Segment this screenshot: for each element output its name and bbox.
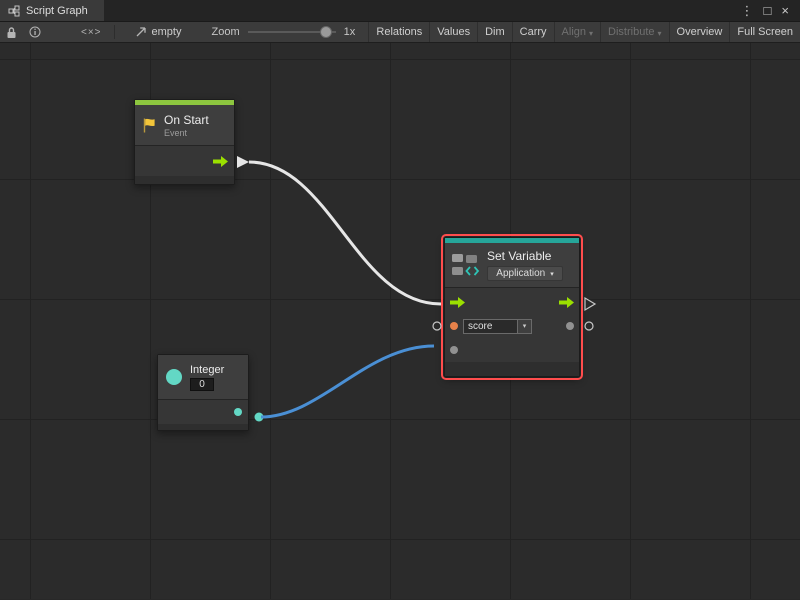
integer-type-icon [166,369,182,385]
align-label: Align [562,26,586,38]
dim-button[interactable]: Dim [477,22,512,42]
value-input-port[interactable] [450,346,458,354]
chevron-down-icon: ▾ [658,29,662,38]
titlebar: Script Graph ⋮ □ × [0,0,800,22]
value-output-port[interactable] [566,322,574,330]
flow-output-port[interactable] [213,156,228,167]
code-preview-icon[interactable]: <×> [81,27,102,38]
chevron-down-icon: ▾ [550,270,554,278]
on-start-ports [135,146,234,176]
wire-on-start-to-set-variable[interactable] [249,162,441,304]
toolbar-separator [114,25,115,39]
tab-script-graph[interactable]: Script Graph [0,0,104,21]
on-start-header: On Start Event [135,105,234,145]
variable-name-port[interactable] [450,322,458,330]
variable-name-dropdown[interactable]: score ▾ [463,319,532,334]
graph-breadcrumb[interactable]: empty [135,26,182,38]
carry-button[interactable]: Carry [512,22,554,42]
node-integer[interactable]: Integer 0 [157,354,249,431]
align-button: Align ▾ [554,22,600,42]
window-controls: ⋮ □ × [736,0,800,21]
graph-icon [8,5,20,17]
integer-output-port-marker[interactable] [255,413,264,422]
node-footer [135,176,234,184]
relations-button[interactable]: Relations [368,22,429,42]
variable-scope-dropdown[interactable]: Application ▾ [487,266,563,281]
flag-icon [141,117,158,134]
node-on-start[interactable]: On Start Event [134,99,235,185]
set-variable-ports: score ▾ [445,288,579,362]
node-footer [445,362,579,376]
close-icon[interactable]: × [776,0,794,22]
maximize-icon[interactable]: □ [759,0,777,22]
graph-pointer-icon [135,26,147,38]
set-variable-right-port-marker[interactable] [585,322,593,330]
integer-header: Integer 0 [158,355,248,399]
variable-scope-label: Application [496,268,545,279]
overview-button[interactable]: Overview [669,22,730,42]
set-variable-flow-out-marker[interactable] [585,298,595,310]
info-icon[interactable] [29,26,41,38]
flow-output-port[interactable] [559,297,574,308]
node-subtitle: Event [164,128,209,138]
node-footer [158,424,248,430]
variable-name-value[interactable]: score [463,319,517,334]
node-title: Integer [190,364,224,376]
window-menu-icon[interactable]: ⋮ [736,0,759,22]
wires-layer [0,43,800,599]
node-title: On Start [164,113,209,127]
chevron-down-icon: ▾ [589,29,593,38]
zoom-slider-handle[interactable] [320,26,332,38]
flow-input-port[interactable] [450,297,465,308]
values-button[interactable]: Values [429,22,477,42]
zoom-label: Zoom [212,26,240,38]
integer-output-port[interactable] [234,408,242,416]
zoom-value: 1x [344,26,356,38]
full-screen-button[interactable]: Full Screen [729,22,800,42]
carry-label: Carry [520,26,547,38]
graph-state-label: empty [152,26,182,38]
graph-toolbar: <×> empty Zoom 1x Relations Values Dim C… [0,22,800,43]
value-port-row [445,338,579,362]
overview-label: Overview [677,26,723,38]
titlebar-spacer [104,0,736,21]
integer-ports [158,400,248,424]
flow-port-row [445,290,579,314]
node-title: Set Variable [487,249,563,263]
set-variable-left-port-marker[interactable] [433,322,441,330]
name-port-row: score ▾ [445,314,579,338]
values-label: Values [437,26,470,38]
full-screen-label: Full Screen [737,26,793,38]
node-set-variable[interactable]: Set Variable Application ▾ [444,237,580,377]
tab-title: Script Graph [26,5,88,17]
relations-label: Relations [376,26,422,38]
chevron-down-icon[interactable]: ▾ [517,319,532,334]
variables-icon [451,253,481,278]
zoom-slider[interactable] [248,25,336,39]
distribute-label: Distribute [608,26,654,38]
wire-integer-to-set-variable[interactable] [261,346,434,417]
set-variable-header: Set Variable Application ▾ [445,243,579,287]
distribute-button: Distribute ▾ [600,22,668,42]
dim-label: Dim [485,26,505,38]
flow-wire-start-arrow [237,156,249,168]
toolbar-buttons: Relations Values Dim Carry Align ▾ Distr… [368,22,800,42]
lock-icon[interactable] [6,26,17,39]
graph-canvas[interactable]: On Start Event [0,43,800,599]
integer-value-input[interactable]: 0 [190,378,214,391]
